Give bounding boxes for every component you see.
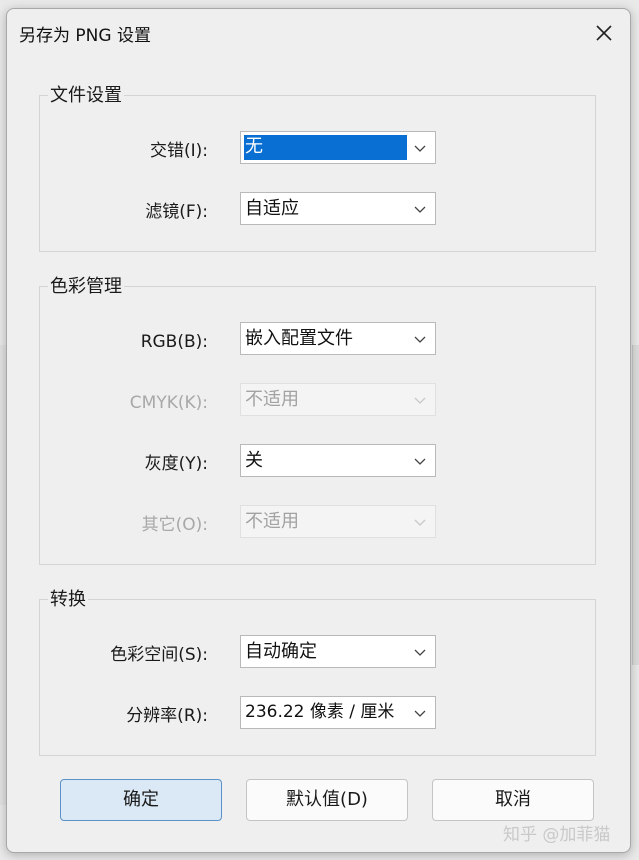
resolution-label: 分辨率(R): bbox=[126, 706, 208, 726]
chevron-down-icon bbox=[414, 710, 426, 717]
conversion-group: 转换 色彩空间(S): 自动确定 分辨率(R): 236.22 像素 / 厘米 bbox=[39, 589, 596, 756]
color-space-label: 色彩空间(S): bbox=[110, 645, 208, 665]
color-management-title: 色彩管理 bbox=[48, 276, 124, 298]
rgb-label: RGB(B): bbox=[140, 332, 208, 352]
color-space-value: 自动确定 bbox=[245, 641, 317, 662]
gray-value: 关 bbox=[245, 450, 263, 471]
close-icon bbox=[596, 25, 612, 41]
chevron-down-icon bbox=[414, 206, 426, 213]
filter-select[interactable]: 自适应 bbox=[240, 192, 436, 225]
file-settings-title: 文件设置 bbox=[48, 85, 124, 107]
watermark: 知乎 @加菲猫 bbox=[503, 825, 611, 845]
resolution-value: 236.22 像素 / 厘米 bbox=[245, 702, 395, 722]
chevron-down-icon bbox=[414, 519, 426, 526]
chevron-down-icon bbox=[414, 458, 426, 465]
chevron-down-icon bbox=[414, 649, 426, 656]
dialog-title: 另存为 PNG 设置 bbox=[19, 26, 151, 46]
cmyk-value: 不适用 bbox=[245, 389, 299, 410]
filter-value: 自适应 bbox=[245, 198, 299, 219]
cmyk-select: 不适用 bbox=[240, 383, 436, 416]
close-button[interactable] bbox=[588, 17, 620, 49]
png-save-settings-dialog: 另存为 PNG 设置 文件设置 交错(I): 无 滤镜(F): 自适应 色彩管理… bbox=[6, 8, 631, 853]
color-space-select[interactable]: 自动确定 bbox=[240, 635, 436, 668]
resolution-select[interactable]: 236.22 像素 / 厘米 bbox=[240, 696, 436, 729]
filter-label: 滤镜(F): bbox=[145, 202, 208, 222]
cmyk-label: CMYK(K): bbox=[129, 393, 208, 413]
other-label: 其它(O): bbox=[141, 515, 208, 535]
defaults-button[interactable]: 默认值(D) bbox=[246, 779, 408, 821]
cancel-button[interactable]: 取消 bbox=[432, 779, 594, 821]
rgb-value: 嵌入配置文件 bbox=[245, 328, 353, 349]
gray-label: 灰度(Y): bbox=[144, 454, 208, 474]
interlace-label: 交错(I): bbox=[149, 141, 208, 161]
background-window-right-edge bbox=[632, 345, 639, 665]
dialog-titlebar: 另存为 PNG 设置 bbox=[7, 9, 630, 55]
other-value: 不适用 bbox=[245, 511, 299, 532]
chevron-down-icon bbox=[414, 145, 426, 152]
chevron-down-icon bbox=[414, 336, 426, 343]
other-select: 不适用 bbox=[240, 505, 436, 538]
gray-select[interactable]: 关 bbox=[240, 444, 436, 477]
chevron-down-icon bbox=[414, 397, 426, 404]
interlace-select[interactable]: 无 bbox=[240, 131, 436, 164]
file-settings-group: 文件设置 交错(I): 无 滤镜(F): 自适应 bbox=[39, 85, 596, 252]
color-management-group: 色彩管理 RGB(B): 嵌入配置文件 CMYK(K): 不适用 灰度(Y): … bbox=[39, 276, 596, 565]
rgb-select[interactable]: 嵌入配置文件 bbox=[240, 322, 436, 355]
conversion-title: 转换 bbox=[48, 589, 88, 611]
ok-button[interactable]: 确定 bbox=[60, 779, 222, 821]
interlace-value: 无 bbox=[244, 135, 407, 160]
